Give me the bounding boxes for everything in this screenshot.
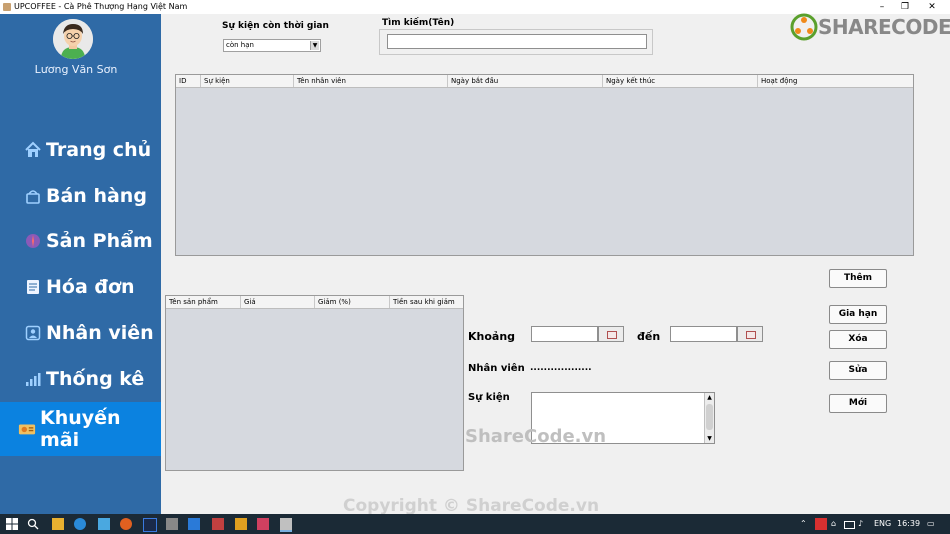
sidebar-item-label: Bán hàng bbox=[46, 185, 147, 207]
edge-icon[interactable] bbox=[74, 518, 86, 530]
app-icon[interactable] bbox=[235, 518, 247, 530]
network-icon[interactable]: ⌂ bbox=[831, 518, 836, 530]
column-header[interactable]: Tiền sau khi giảm bbox=[390, 296, 463, 308]
app-icon[interactable] bbox=[257, 518, 269, 530]
products-table-header: Tên sản phẩm Giá Giảm (%) Tiền sau khi g… bbox=[166, 296, 463, 309]
column-header[interactable]: Sự kiện bbox=[201, 75, 294, 87]
sidebar-item-label: Thống kê bbox=[46, 368, 145, 390]
sidebar: Lương Văn Sơn Trang chủ Bán hàng Sản Phẩ… bbox=[0, 14, 161, 514]
scroll-down-icon[interactable]: ▼ bbox=[705, 434, 714, 443]
start-date-field[interactable] bbox=[531, 326, 598, 342]
extend-button[interactable]: Gia hạn bbox=[829, 305, 887, 324]
notification-icon[interactable]: ▭ bbox=[927, 518, 935, 530]
sharecode-logo: SHARECODE.vn bbox=[790, 12, 950, 42]
column-header[interactable]: Tên sản phẩm bbox=[166, 296, 241, 308]
sidebar-item-products[interactable]: Sản Phẩm bbox=[0, 221, 161, 261]
sidebar-item-invoices[interactable]: Hóa đơn bbox=[0, 267, 161, 307]
photoshop-icon[interactable] bbox=[143, 518, 157, 532]
column-header[interactable]: Ngày bắt đầu bbox=[448, 75, 603, 87]
file-explorer-icon[interactable] bbox=[52, 518, 64, 530]
sidebar-item-statistics[interactable]: Thống kê bbox=[0, 359, 161, 399]
scroll-up-icon[interactable]: ▲ bbox=[705, 393, 714, 402]
clock[interactable]: 16:39 bbox=[897, 518, 920, 530]
search-label: Tìm kiếm(Tên) bbox=[382, 18, 455, 28]
period-label: Khoảng bbox=[468, 330, 516, 343]
avatar bbox=[53, 19, 93, 59]
volume-icon[interactable]: ♪ bbox=[858, 518, 863, 530]
sidebar-item-label: Sản Phẩm bbox=[46, 230, 153, 252]
windows-start-icon[interactable] bbox=[6, 518, 18, 530]
start-date-picker-button[interactable] bbox=[598, 326, 624, 342]
products-table[interactable]: Tên sản phẩm Giá Giảm (%) Tiền sau khi g… bbox=[165, 295, 464, 471]
sidebar-item-label: Hóa đơn bbox=[46, 276, 135, 298]
new-button[interactable]: Mới bbox=[829, 394, 887, 413]
events-table[interactable]: ID Sự kiện Tên nhân viên Ngày bắt đầu Ng… bbox=[175, 74, 914, 256]
column-header[interactable]: Ngày kết thúc bbox=[603, 75, 758, 87]
column-header[interactable]: Giảm (%) bbox=[315, 296, 390, 308]
column-header[interactable]: Tên nhân viên bbox=[294, 75, 448, 87]
sidebar-item-sales[interactable]: Bán hàng bbox=[0, 176, 161, 216]
column-header[interactable]: Hoạt động bbox=[758, 75, 913, 87]
browser-icon[interactable] bbox=[120, 518, 132, 530]
chevron-down-icon: ▼ bbox=[310, 41, 319, 50]
sharecode-logo-text: SHARECODE.vn bbox=[818, 15, 950, 39]
java-app-icon[interactable] bbox=[280, 518, 292, 532]
language-indicator[interactable]: ENG bbox=[874, 518, 891, 530]
stats-icon bbox=[24, 370, 42, 388]
event-textarea-scrollbar[interactable]: ▲ ▼ bbox=[704, 393, 714, 443]
sidebar-item-promotions[interactable]: Khuyến mãi bbox=[0, 402, 161, 456]
avatar-icon bbox=[53, 19, 93, 59]
sidebar-item-employees[interactable]: Nhân viên bbox=[0, 313, 161, 353]
main-panel: Sự kiện còn thời gian còn hạn ▼ Tìm kiếm… bbox=[161, 14, 950, 514]
scroll-thumb[interactable] bbox=[706, 404, 713, 430]
employee-value: .................. bbox=[530, 363, 592, 373]
product-icon bbox=[24, 232, 42, 250]
event-label: Sự kiện bbox=[468, 392, 510, 403]
sidebar-item-home[interactable]: Trang chủ bbox=[0, 130, 161, 170]
edit-button[interactable]: Sửa bbox=[829, 361, 887, 380]
employee-label: Nhân viên bbox=[468, 363, 525, 374]
search-group bbox=[379, 29, 653, 55]
column-header[interactable]: ID bbox=[176, 75, 201, 87]
sidebar-item-label: Khuyến mãi bbox=[40, 407, 121, 451]
search-icon[interactable] bbox=[27, 518, 39, 530]
battery-icon[interactable] bbox=[844, 521, 855, 529]
chevron-up-icon[interactable]: ⌃ bbox=[800, 518, 807, 530]
filter-label: Sự kiện còn thời gian bbox=[222, 21, 329, 31]
events-table-header: ID Sự kiện Tên nhân viên Ngày bắt đầu Ng… bbox=[176, 75, 913, 88]
sharecode-logo-icon bbox=[790, 13, 818, 41]
delete-button[interactable]: Xóa bbox=[829, 330, 887, 349]
home-icon bbox=[24, 141, 42, 159]
app-icon bbox=[3, 3, 11, 11]
filter-select-value: còn hạn bbox=[226, 41, 254, 49]
employee-icon bbox=[24, 324, 42, 342]
calendar-icon bbox=[746, 331, 756, 339]
calendar-icon bbox=[607, 331, 617, 339]
end-date-field[interactable] bbox=[670, 326, 737, 342]
basket-icon bbox=[24, 187, 42, 205]
column-header[interactable]: Giá bbox=[241, 296, 315, 308]
watermark-bottom: Copyright © ShareCode.vn bbox=[343, 496, 600, 516]
user-name: Lương Văn Sơn bbox=[34, 63, 118, 76]
antivirus-icon[interactable] bbox=[815, 518, 827, 530]
taskbar: ⌃ ⌂ ♪ ENG 16:39 ▭ bbox=[0, 514, 950, 534]
add-button[interactable]: Thêm bbox=[829, 269, 887, 288]
vscode-icon[interactable] bbox=[188, 518, 200, 530]
filter-select[interactable]: còn hạn ▼ bbox=[223, 39, 321, 52]
app-icon[interactable] bbox=[212, 518, 224, 530]
promotion-icon bbox=[18, 420, 36, 438]
sidebar-item-label: Trang chủ bbox=[46, 139, 152, 161]
app-icon[interactable] bbox=[166, 518, 178, 530]
sidebar-item-label: Nhân viên bbox=[46, 322, 154, 344]
end-date-picker-button[interactable] bbox=[737, 326, 763, 342]
to-label: đến bbox=[637, 330, 661, 343]
window-title: UPCOFFEE - Cà Phê Thượng Hạng Việt Nam bbox=[14, 2, 188, 11]
store-icon[interactable] bbox=[98, 518, 110, 530]
invoice-icon bbox=[24, 278, 42, 296]
search-input[interactable] bbox=[387, 34, 647, 49]
watermark-center: ShareCode.vn bbox=[465, 426, 607, 447]
